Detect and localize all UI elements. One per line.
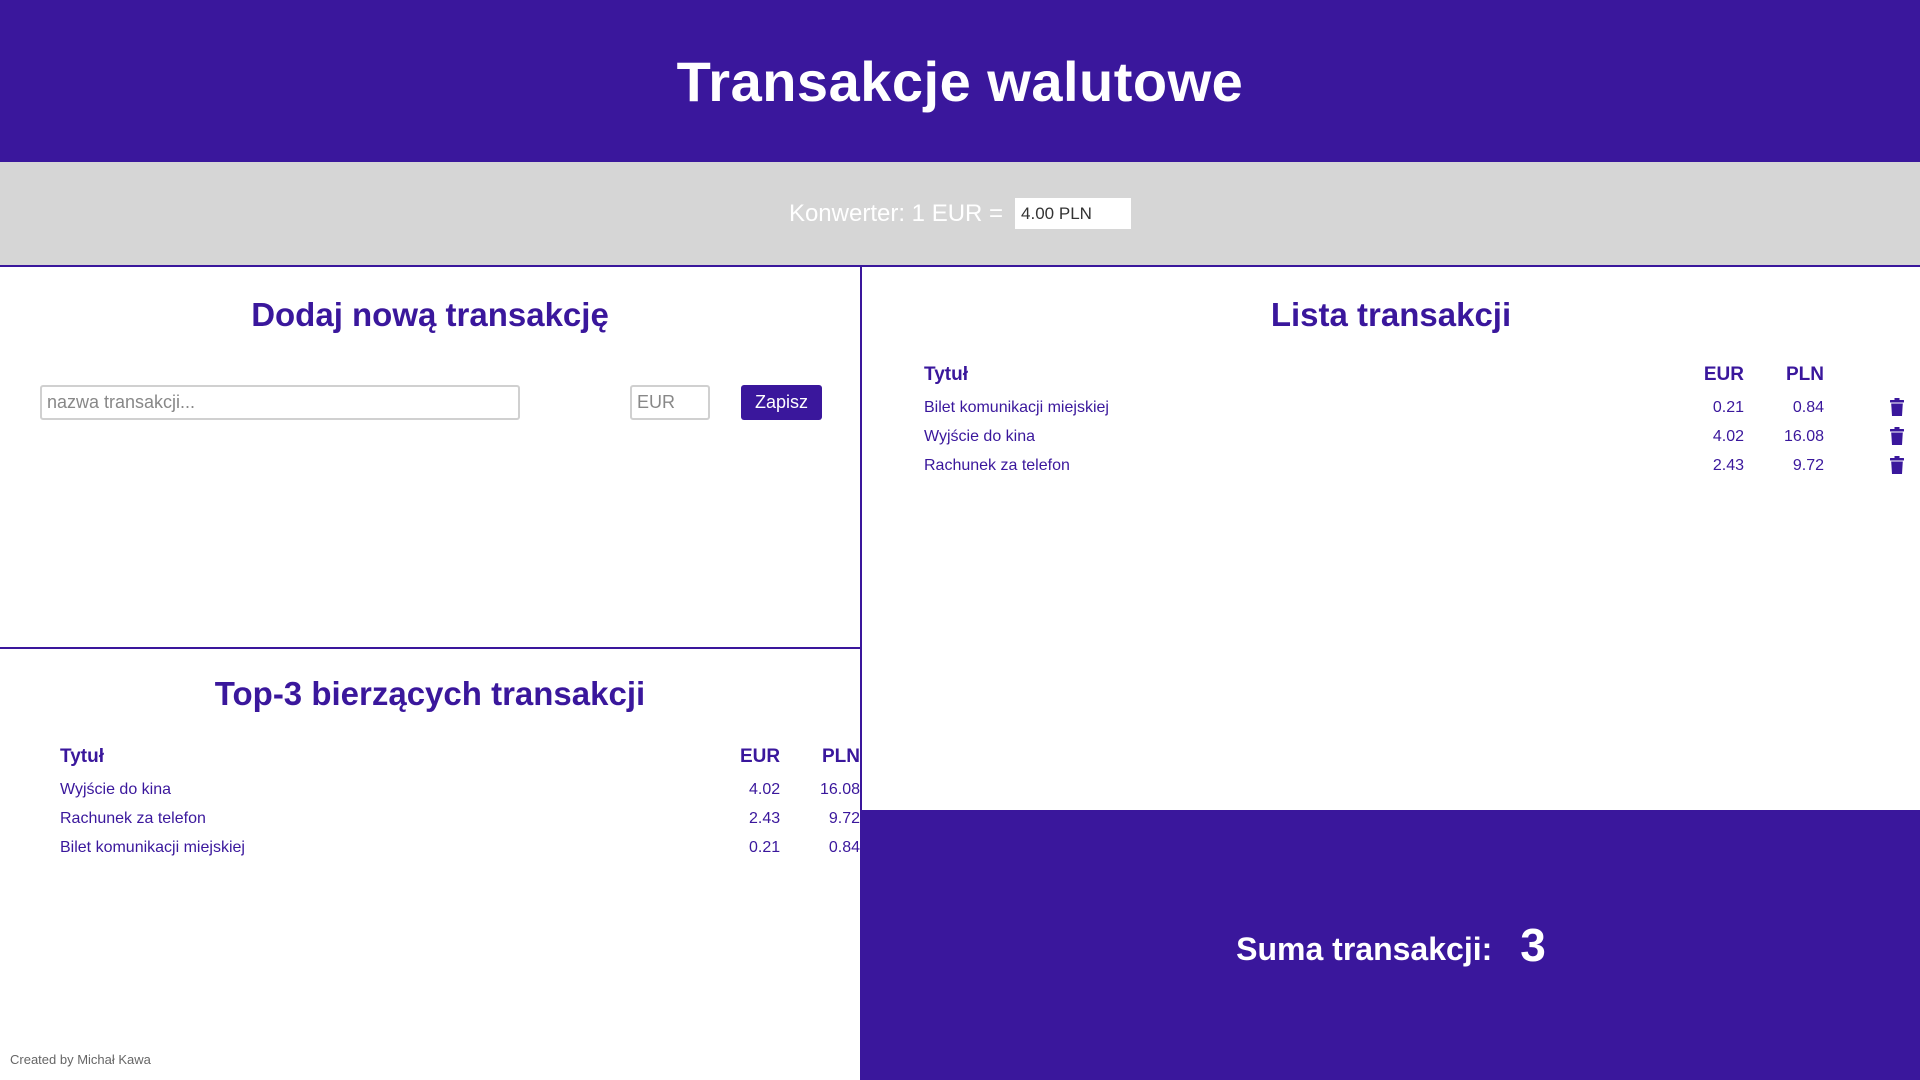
row-eur: 0.21 xyxy=(748,838,781,856)
column-header-eur: EUR xyxy=(739,746,781,767)
row-pln: 16.08 xyxy=(1783,427,1824,445)
transaction-list-panel: Lista transakcji Tytuł EUR PLN Bilet kom… xyxy=(862,267,1920,810)
transaction-list-title: Lista transakcji xyxy=(1270,296,1512,333)
save-button[interactable]: Zapisz xyxy=(741,385,822,420)
top3-title: Top-3 bierzących transakcji xyxy=(214,675,646,712)
row-title: Wyjście do kina xyxy=(924,427,1036,445)
column-header-pln: PLN xyxy=(1786,364,1824,385)
top3-panel: Top-3 bierzących transakcji Tytuł EUR PL… xyxy=(0,649,862,1080)
table-row: Bilet komunikacji miejskiej 0.21 0.84 xyxy=(60,833,860,862)
add-transaction-form: Zapisz xyxy=(40,385,822,420)
transaction-list-table: Tytuł EUR PLN Bilet komunikacji miejskie… xyxy=(924,357,1904,480)
row-eur: 2.43 xyxy=(1712,456,1744,474)
table-row: Wyjście do kina 4.02 16.08 xyxy=(60,775,860,804)
row-actions xyxy=(1824,451,1904,480)
table-header-row: Tytuł EUR PLN xyxy=(60,739,860,775)
top3-table: Tytuł EUR PLN Wyjście do kina 4.02 16.08… xyxy=(60,739,860,862)
page-title: Transakcje walutowe xyxy=(676,49,1244,113)
row-title: Wyjście do kina xyxy=(60,780,172,798)
row-title: Bilet komunikacji miejskiej xyxy=(924,398,1109,416)
row-eur: 0.21 xyxy=(1712,398,1744,416)
row-title: Rachunek za telefon xyxy=(60,809,206,827)
converter-label: Konwerter: 1 EUR = xyxy=(788,199,1004,227)
add-transaction-title: Dodaj nową transakcję xyxy=(251,296,609,333)
transaction-name-input[interactable] xyxy=(40,385,520,420)
row-pln: 16.08 xyxy=(819,780,860,798)
column-header-title: Tytuł xyxy=(60,746,104,767)
transaction-sum-panel: Suma transakcji: 3 xyxy=(862,810,1920,1080)
column-header-title: Tytuł xyxy=(924,364,968,385)
footer-credit: Created by Michał Kawa xyxy=(10,1052,151,1067)
app-header: Transakcje walutowe xyxy=(0,0,1920,162)
sum-value: 3 xyxy=(1520,919,1546,971)
column-header-actions xyxy=(1824,357,1904,393)
table-header-row: Tytuł EUR PLN xyxy=(924,357,1904,393)
trash-icon[interactable] xyxy=(1890,398,1904,417)
row-eur: 2.43 xyxy=(748,809,781,827)
trash-icon[interactable] xyxy=(1890,456,1904,475)
converter-rate-input[interactable] xyxy=(1015,198,1132,229)
column-header-pln: PLN xyxy=(822,746,860,767)
trash-icon[interactable] xyxy=(1890,427,1904,446)
transaction-eur-input[interactable] xyxy=(630,385,710,420)
row-eur: 4.02 xyxy=(1712,427,1744,445)
column-header-eur: EUR xyxy=(1703,364,1744,385)
table-row: Rachunek za telefon 2.43 9.72 xyxy=(924,451,1904,480)
row-pln: 9.72 xyxy=(828,809,860,827)
add-transaction-panel: Dodaj nową transakcję Zapisz xyxy=(0,267,862,649)
row-actions xyxy=(1824,393,1904,422)
table-row: Wyjście do kina 4.02 16.08 xyxy=(924,422,1904,451)
row-pln: 9.72 xyxy=(1792,456,1824,474)
table-row: Rachunek za telefon 2.43 9.72 xyxy=(60,804,860,833)
row-actions xyxy=(1824,422,1904,451)
row-eur: 4.02 xyxy=(748,780,781,798)
sum-label: Suma transakcji: xyxy=(1236,930,1493,967)
row-pln: 0.84 xyxy=(828,838,860,856)
row-title: Bilet komunikacji miejskiej xyxy=(60,838,245,856)
row-pln: 0.84 xyxy=(1792,398,1824,416)
table-row: Bilet komunikacji miejskiej 0.21 0.84 xyxy=(924,393,1904,422)
converter-bar: Konwerter: 1 EUR = xyxy=(0,162,1920,267)
row-title: Rachunek za telefon xyxy=(924,456,1070,474)
